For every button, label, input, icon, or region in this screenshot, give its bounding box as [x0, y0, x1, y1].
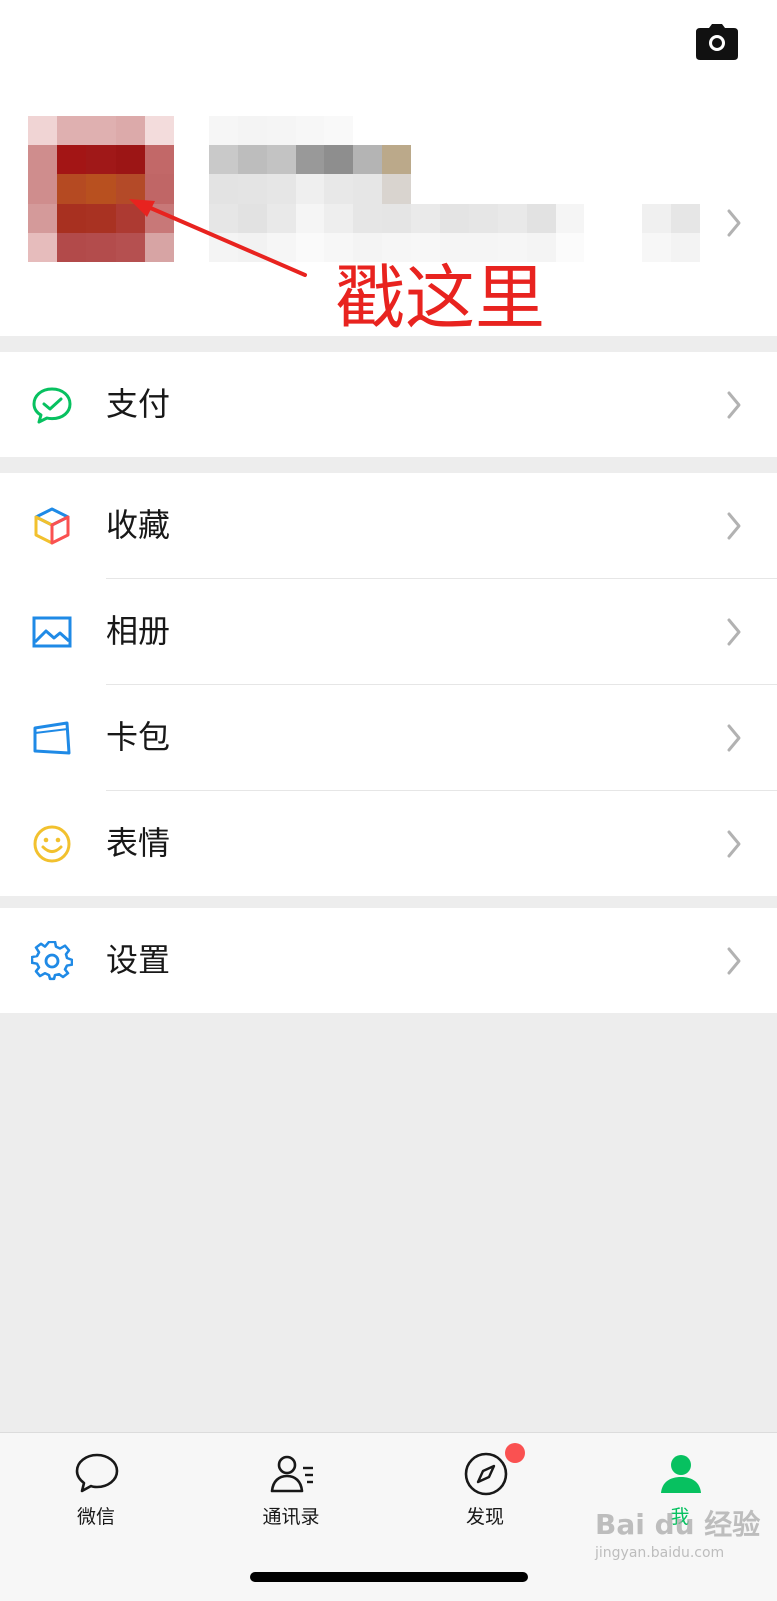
menu-item-cards[interactable]: 卡包	[0, 685, 777, 790]
annotation-text: 戳这里	[335, 257, 545, 339]
person-icon	[661, 1455, 701, 1493]
smiley-icon	[33, 825, 71, 863]
gear-icon	[31, 941, 73, 981]
tab-label: 发现	[465, 1506, 504, 1528]
cube-icon	[34, 507, 70, 545]
home-indicator[interactable]	[250, 1572, 528, 1582]
camera-button[interactable]	[694, 22, 740, 62]
notification-badge	[505, 1443, 525, 1463]
card-icon	[33, 721, 71, 755]
menu-item-settings[interactable]: 设置	[0, 908, 777, 1013]
chevron-right-icon	[727, 947, 741, 975]
compass-icon	[464, 1452, 508, 1496]
watermark-sub: jingyan.baidu.com	[595, 1545, 725, 1561]
camera-icon	[696, 24, 738, 60]
menu-item-pay[interactable]: 支付	[0, 352, 777, 457]
watermark: Bai du 经验 jingyan.baidu.com	[595, 1508, 760, 1568]
wechat-pay-icon	[32, 387, 72, 424]
menu-item-album[interactable]: 相册	[0, 579, 777, 684]
image-icon	[32, 616, 72, 648]
chevron-right-icon	[727, 209, 741, 237]
tab-label: 微信	[76, 1506, 115, 1528]
menu-item-favorites[interactable]: 收藏	[0, 473, 777, 578]
menu-label-stickers: 表情	[106, 824, 171, 862]
menu-label-album: 相册	[106, 612, 171, 650]
menu-group-main: 收藏 相册 卡包 表情	[0, 473, 777, 896]
menu-group-settings: 设置	[0, 908, 777, 1013]
menu-label-cards: 卡包	[106, 718, 171, 756]
tab-contacts[interactable]: 通讯录	[231, 1451, 351, 1551]
contacts-icon	[270, 1455, 313, 1493]
chat-bubble-icon	[75, 1453, 119, 1493]
tab-label: 通讯录	[262, 1506, 320, 1528]
annotation-arrow-icon	[129, 199, 307, 277]
menu-label-favorites: 收藏	[106, 506, 171, 544]
profile-header: 戳这里	[0, 0, 777, 339]
menu-label-settings: 设置	[106, 941, 171, 979]
chevron-right-icon	[727, 391, 741, 419]
menu-item-stickers[interactable]: 表情	[0, 791, 777, 896]
menu-label-pay: 支付	[106, 385, 171, 423]
tab-discover[interactable]: 发现	[425, 1443, 545, 1551]
tab-chats[interactable]: 微信	[36, 1451, 156, 1551]
chevron-right-icon	[727, 618, 741, 646]
chevron-right-icon	[727, 830, 741, 858]
menu-group-pay: 支付	[0, 352, 777, 457]
watermark-main: Bai du 经验	[595, 1508, 761, 1541]
chevron-right-icon	[727, 724, 741, 752]
chevron-right-icon	[727, 512, 741, 540]
